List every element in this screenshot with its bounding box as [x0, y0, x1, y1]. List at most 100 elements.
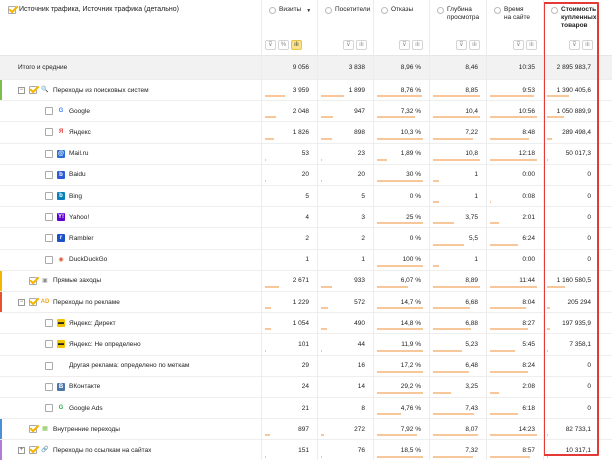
metric-header-4[interactable]: Время на сайте [494, 6, 530, 22]
bar-chart-icon[interactable]: ılı [469, 40, 480, 50]
table-row[interactable]: ▬ Яндекс: Директ 1 054 490 14,8 % 6,88 8:27 197… [0, 313, 612, 335]
metric-value-1: 76 [357, 446, 365, 454]
filter-icon[interactable]: ⊽ [343, 40, 354, 50]
metric-header-label: Стоимость купленных товаров [561, 6, 597, 29]
metric-header-1[interactable]: Посетители [325, 6, 370, 14]
metric-tools: ⊽ ılı [343, 40, 367, 50]
table-row[interactable]: Я Яндекс 1 826 898 10,3 % 7,22 8:48 289 498,4 [0, 122, 612, 144]
metric-value-4: 0:00 [522, 256, 535, 264]
bar-chart-icon[interactable]: ılı [582, 40, 593, 50]
collapse-icon[interactable]: − [18, 298, 25, 306]
google-icon: G [58, 108, 64, 115]
filter-icon[interactable]: ⊽ [265, 40, 276, 50]
metric-value-0: 21 [301, 404, 309, 412]
metric-radio[interactable] [325, 7, 332, 14]
row-checkbox[interactable] [45, 149, 53, 158]
metric-header-3[interactable]: Глубина просмотра [437, 6, 479, 22]
expand-icon[interactable]: + [18, 446, 25, 454]
table-row[interactable]: G Google Ads 21 8 4,76 % 7,43 6:18 0 [0, 398, 612, 420]
bar-chart-icon[interactable]: ılı [356, 40, 367, 50]
row-checkbox[interactable] [45, 234, 53, 243]
metric-header-2[interactable]: Отказы [381, 6, 413, 14]
sort-desc-icon[interactable]: ▼ [306, 7, 311, 15]
value-bar [321, 455, 322, 458]
row-label: Google Ads [69, 404, 103, 412]
row-checkbox[interactable] [45, 170, 53, 179]
table-row[interactable]: В ВКонтакте 24 14 29,2 % 3,25 2:08 0 [0, 377, 612, 398]
bar-chart-icon[interactable]: ılı [412, 40, 423, 50]
row-checkbox[interactable] [29, 446, 37, 455]
metric-tools: ⊽ ılı [513, 40, 537, 50]
bar-chart-icon[interactable]: ılı [526, 40, 537, 50]
value-bar [433, 413, 475, 416]
table-row[interactable]: b Baidu 20 20 30 % 1 0:00 0 [0, 165, 612, 186]
filter-icon[interactable]: ⊽ [456, 40, 467, 50]
row-checkbox[interactable] [29, 86, 37, 95]
value-bar [433, 95, 480, 98]
value-bar [433, 285, 480, 288]
table-row[interactable]: @ Mail.ru 53 23 1,89 % 10,8 12:18 50 017,3 [0, 144, 612, 165]
filter-icon[interactable]: ⊽ [399, 40, 410, 50]
filter-icon[interactable]: ⊽ [513, 40, 524, 50]
table-row[interactable]: r Rambler 2 2 0 % 5,5 6:24 0 [0, 228, 612, 250]
row-checkbox[interactable] [45, 192, 53, 201]
row-checkbox[interactable] [45, 340, 53, 349]
value-bar [265, 137, 275, 140]
value-bar [433, 370, 470, 373]
value-bar [547, 116, 564, 119]
dimension-header[interactable]: Источник трафика, Источник трафика (дета… [8, 6, 179, 14]
row-checkbox[interactable] [45, 213, 53, 222]
row-label: Bing [69, 192, 83, 200]
row-checkbox[interactable] [29, 298, 37, 307]
metric-radio[interactable] [437, 7, 444, 14]
metric-value-5: 0 [587, 192, 591, 200]
row-checkbox[interactable] [45, 319, 53, 328]
table-row[interactable]: G Google 2 048 947 7,32 % 10,4 10:56 1 050 889,… [0, 101, 612, 123]
metric-value-5: 0 [587, 404, 591, 412]
row-name: Другая реклама: определено по меткам [45, 356, 189, 376]
table-row[interactable]: ◉ DuckDuckGo 1 1 100 % 1 0:00 0 [0, 250, 612, 271]
group-row[interactable]: − 🔍 Переходы из поисковых систем 3 959 1 899… [0, 80, 612, 102]
group-row[interactable]: ▣ Прямые заходы 2 671 933 6,07 % 8,89 11:44 1 1… [0, 270, 612, 292]
table-row[interactable]: Y! Yahoo! 4 3 25 % 3,75 2:01 0 [0, 207, 612, 229]
row-checkbox[interactable] [45, 382, 53, 391]
group-row[interactable]: − AD Переходы по рекламе 1 229 572 14,7 % 6,68… [0, 292, 612, 314]
row-checkbox[interactable] [45, 128, 53, 137]
value-bar [433, 137, 473, 140]
table-row[interactable]: b Bing 5 5 0 % 1 0:08 0 [0, 186, 612, 208]
metric-value-4: 10:35 [518, 64, 535, 71]
table-row[interactable]: Другая реклама: определено по меткам 29 16… [0, 356, 612, 377]
group-row[interactable]: ▦ Внутренние переходы 897 272 7,92 % 8,07 14:2… [0, 419, 612, 441]
row-checkbox[interactable] [45, 107, 53, 116]
metric-radio[interactable] [551, 7, 558, 14]
row-checkbox[interactable] [29, 276, 37, 285]
value-bar [377, 116, 415, 119]
metric-radio[interactable] [269, 7, 276, 14]
row-checkbox[interactable] [45, 361, 53, 370]
internal-icon: ▦ [42, 426, 48, 433]
filter-icon[interactable]: ⊽ [569, 40, 580, 50]
row-checkbox[interactable] [45, 255, 53, 264]
metric-radio[interactable] [494, 7, 501, 14]
row-checkbox[interactable] [45, 404, 53, 413]
metric-header-5[interactable]: Стоимость купленных товаров [551, 6, 596, 30]
value-bar [547, 137, 552, 140]
collapse-icon[interactable]: − [18, 86, 25, 94]
table-row[interactable]: ▬ Яндекс: Не определено 101 44 11,9 % 5,23 5:4… [0, 334, 612, 356]
column-divider [373, 0, 374, 460]
dimension-select-checkbox[interactable] [8, 6, 16, 14]
metric-header-0[interactable]: Визиты ▼ [269, 6, 311, 15]
mailru-icon: @ [57, 149, 65, 158]
bar-chart-icon[interactable]: ılı [291, 40, 302, 50]
value-bar [377, 434, 418, 437]
group-row[interactable]: + 🔗 Переходы по ссылкам на сайтах 151 76 18,5… [0, 440, 612, 460]
percent-icon[interactable]: % [278, 40, 289, 50]
metric-value-5: 0 [587, 234, 591, 242]
metric-tools: ⊽ ılı [456, 40, 480, 50]
column-divider [543, 0, 544, 460]
value-bar [490, 328, 528, 331]
metric-radio[interactable] [381, 7, 388, 14]
metric-value-0: 101 [298, 340, 309, 348]
value-bar [377, 413, 402, 416]
row-checkbox[interactable] [29, 425, 37, 434]
